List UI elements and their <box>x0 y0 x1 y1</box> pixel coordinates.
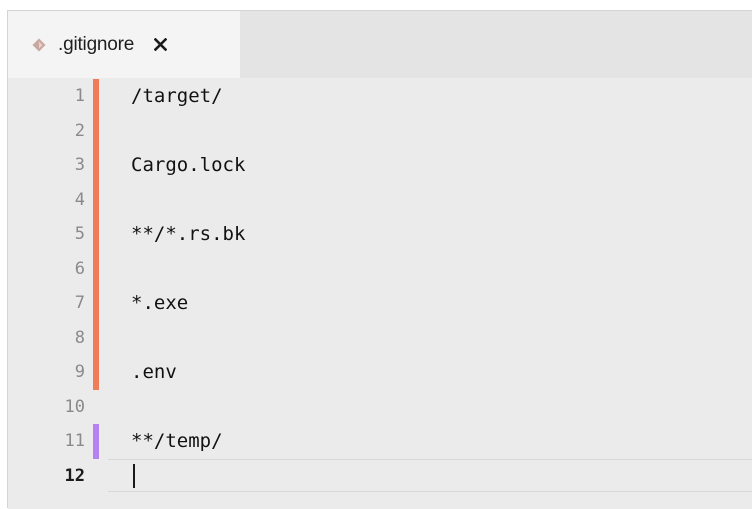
line-number: 10 <box>64 396 85 417</box>
code-text: Cargo.lock <box>131 154 246 176</box>
gitignore-file-icon <box>32 38 46 52</box>
added-line-marker <box>93 424 99 459</box>
text-cursor <box>133 463 135 488</box>
modified-line-marker <box>93 251 99 286</box>
modified-line-marker <box>93 217 99 252</box>
editor-line[interactable]: 4 <box>8 182 752 217</box>
modified-line-marker <box>93 79 99 114</box>
close-icon[interactable] <box>152 37 168 53</box>
editor-line[interactable]: 8 <box>8 320 752 355</box>
line-number: 7 <box>74 293 85 313</box>
line-number: 6 <box>74 258 85 279</box>
editor-window: .gitignore 1/target/2 3 Cargo.lock 4 5 **/*.r… <box>7 10 752 509</box>
current-line-highlight <box>108 459 752 492</box>
editor-line[interactable]: 10 <box>8 390 752 425</box>
modified-line-marker <box>93 113 99 148</box>
line-number: 1 <box>74 86 85 106</box>
line-number: 12 <box>64 465 85 486</box>
editor-line[interactable]: 11 **/temp/ <box>8 424 752 459</box>
editor-line[interactable]: 7 *.exe <box>8 286 752 321</box>
modified-line-marker <box>93 148 99 183</box>
code-text: /target/ <box>131 85 223 107</box>
code-text: **/*.rs.bk <box>131 223 246 245</box>
line-number: 8 <box>74 327 85 348</box>
tab-label: .gitignore <box>58 33 135 55</box>
editor-line[interactable]: 2 <box>8 113 752 148</box>
code-text: .env <box>131 361 177 383</box>
editor-line[interactable]: 1/target/ <box>8 79 752 114</box>
editor-line[interactable]: 6 <box>8 251 752 286</box>
line-number: 3 <box>74 155 85 175</box>
tab-bar: .gitignore <box>8 11 752 78</box>
editor-line[interactable]: 5 **/*.rs.bk <box>8 217 752 252</box>
code-text: **/temp/ <box>131 430 223 452</box>
modified-line-marker <box>93 182 99 217</box>
code-text: *.exe <box>131 292 189 314</box>
editor-line[interactable]: 3 Cargo.lock <box>8 148 752 183</box>
tab-gitignore[interactable]: .gitignore <box>8 11 240 78</box>
modified-line-marker <box>93 286 99 321</box>
editor-line[interactable]: 9 .env <box>8 355 752 390</box>
line-number: 4 <box>74 189 85 210</box>
line-number: 2 <box>74 120 85 141</box>
modified-line-marker <box>93 320 99 355</box>
line-number: 9 <box>74 362 85 382</box>
line-number: 5 <box>74 224 85 244</box>
line-number: 11 <box>64 431 85 451</box>
code-editor[interactable]: 1/target/2 3 Cargo.lock 4 5 **/*.rs.bk 6 7 *.exe… <box>8 78 752 509</box>
modified-line-marker <box>93 355 99 390</box>
